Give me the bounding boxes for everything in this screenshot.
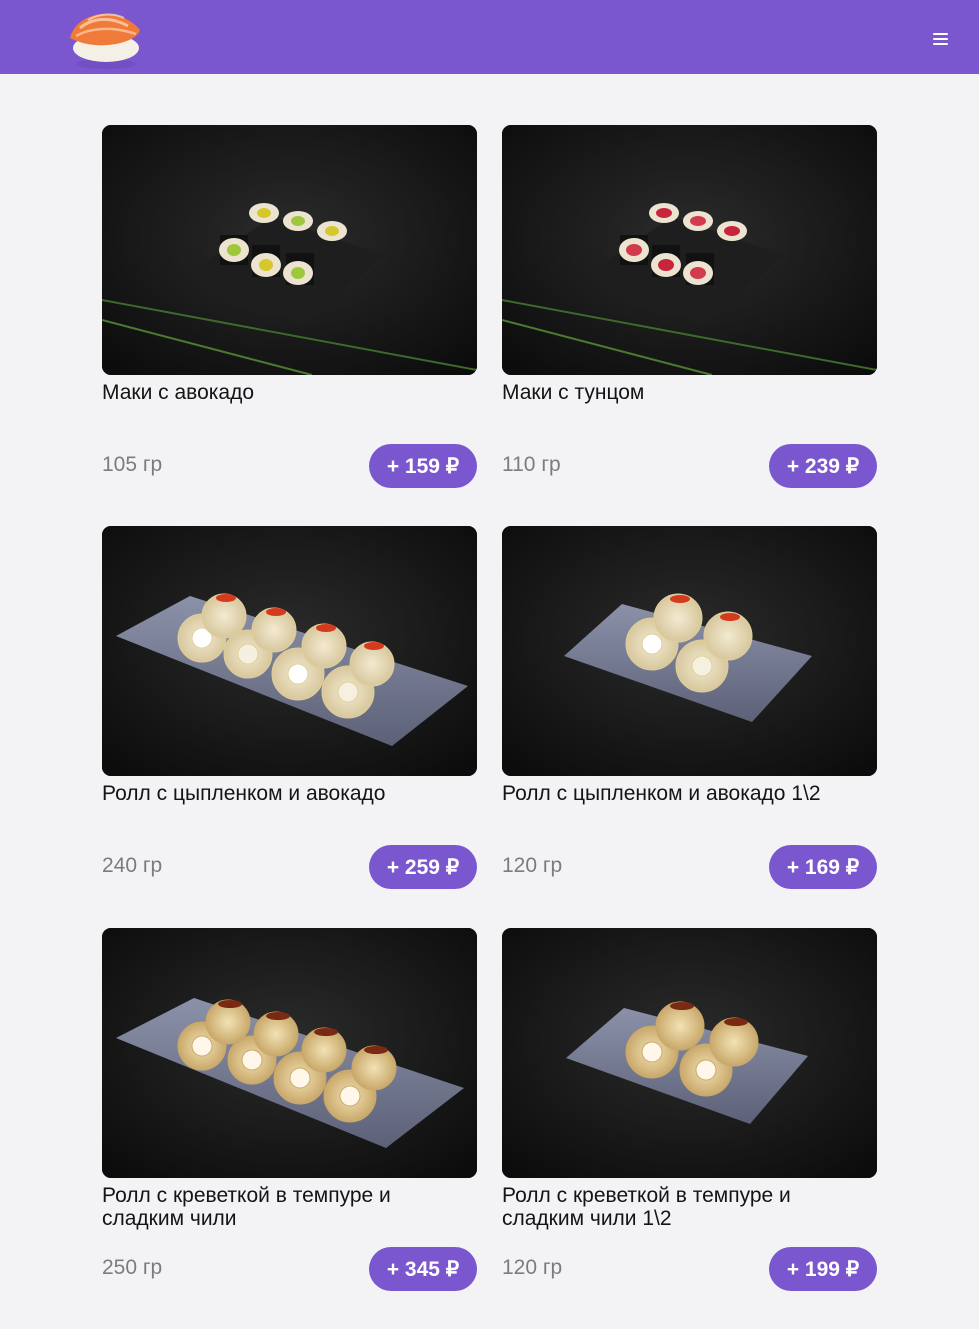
product-title[interactable]: Ролл с креветкой в темпуре и сладким чил… — [502, 1184, 877, 1230]
salmon-nigiri-logo-icon[interactable] — [66, 4, 144, 70]
product-card[interactable]: Ролл с креветкой в темпуре и сладким чил… — [502, 928, 877, 1303]
add-to-cart-button[interactable]: + 239 ₽ — [769, 444, 877, 488]
product-weight: 240 гр — [102, 854, 163, 877]
add-to-cart-button[interactable]: + 259 ₽ — [369, 845, 477, 889]
add-to-cart-button[interactable]: + 159 ₽ — [369, 444, 477, 488]
add-to-cart-button[interactable]: + 199 ₽ — [769, 1247, 877, 1291]
product-title[interactable]: Маки с авокадо — [102, 381, 477, 404]
product-card[interactable]: Ролл с креветкой в темпуре и сладким чил… — [102, 928, 477, 1303]
maki-tuna-photo[interactable] — [502, 125, 877, 375]
product-title[interactable]: Маки с тунцом — [502, 381, 877, 404]
chicken-avocado-half-roll-photo[interactable] — [502, 526, 877, 776]
product-weight: 105 гр — [102, 453, 163, 476]
add-to-cart-button[interactable]: + 169 ₽ — [769, 845, 877, 889]
add-to-cart-button[interactable]: + 345 ₽ — [369, 1247, 477, 1291]
chicken-avocado-roll-photo[interactable] — [102, 526, 477, 776]
product-card[interactable]: Ролл с цыпленком и авокадо 240 гр + 259 … — [102, 526, 477, 901]
product-card[interactable]: Маки с тунцом 110 гр + 239 ₽ — [502, 125, 877, 500]
product-card[interactable]: Маки с авокадо 105 гр + 159 ₽ — [102, 125, 477, 500]
tempura-shrimp-roll-photo[interactable] — [102, 928, 477, 1178]
product-card[interactable]: Ролл с цыпленком и авокадо 1\2 120 гр + … — [502, 526, 877, 901]
product-weight: 250 гр — [102, 1256, 163, 1279]
product-title[interactable]: Ролл с цыпленком и авокадо — [102, 782, 477, 805]
maki-avocado-photo[interactable] — [102, 125, 477, 375]
product-weight: 120 гр — [502, 854, 563, 877]
hamburger-menu-icon[interactable] — [926, 28, 954, 52]
product-weight: 120 гр — [502, 1256, 563, 1279]
product-title[interactable]: Ролл с креветкой в темпуре и сладким чил… — [102, 1184, 477, 1230]
product-title[interactable]: Ролл с цыпленком и авокадо 1\2 — [502, 782, 877, 805]
product-weight: 110 гр — [502, 453, 561, 476]
tempura-shrimp-half-roll-photo[interactable] — [502, 928, 877, 1178]
header-bar — [0, 0, 979, 74]
